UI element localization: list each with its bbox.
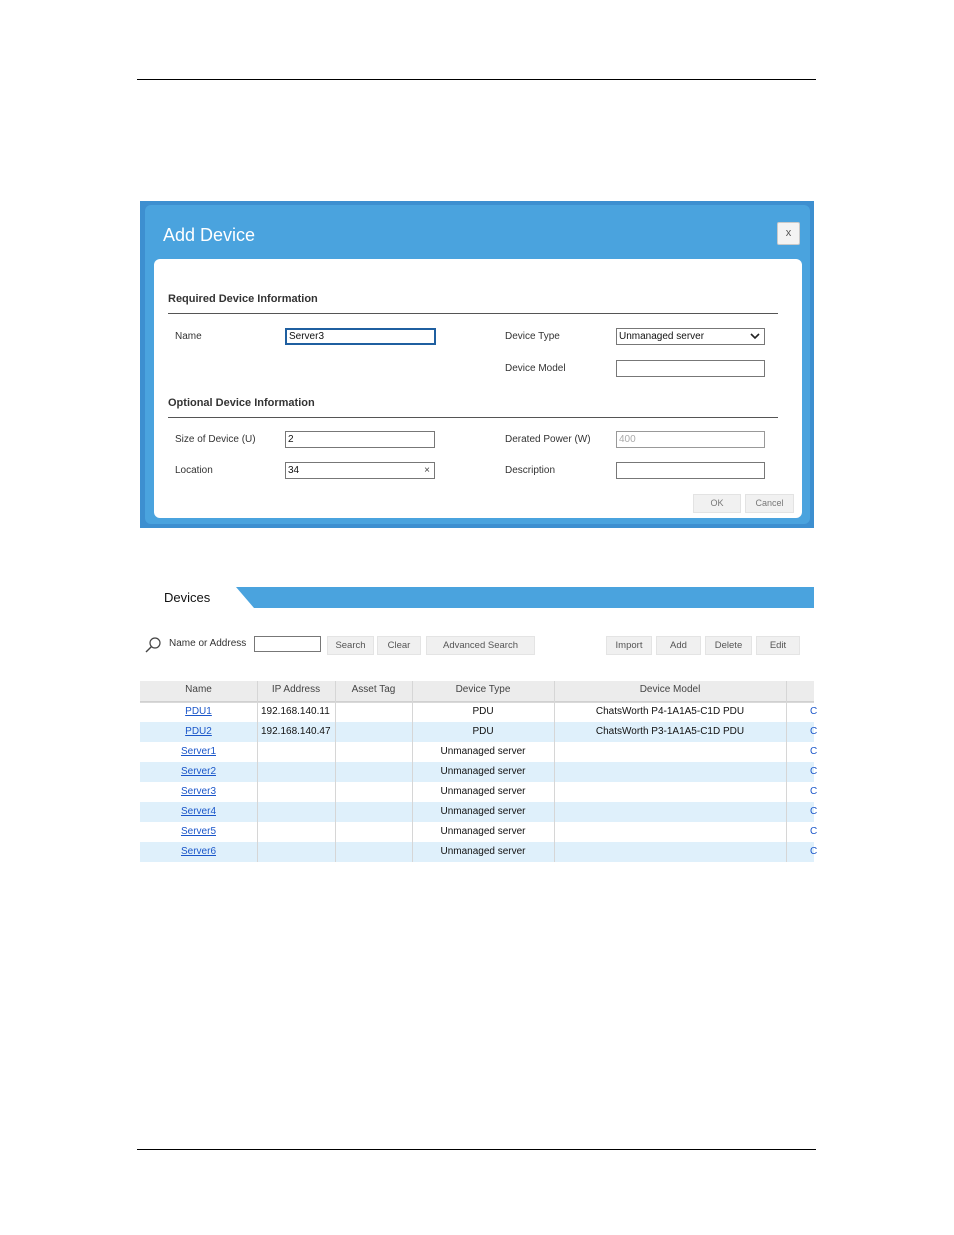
ip-address-cell: 192.168.140.11 [261, 706, 330, 717]
column-divider [412, 681, 413, 862]
delete-button[interactable]: Delete [705, 636, 752, 655]
device-name-link[interactable]: Server4 [140, 806, 257, 817]
derated-power-label: Derated Power (W) [505, 434, 591, 445]
device-name-link[interactable]: Server6 [140, 846, 257, 857]
description-field[interactable] [616, 462, 765, 479]
required-section-title: Required Device Information [168, 293, 318, 305]
device-name-link[interactable]: Server1 [140, 746, 257, 757]
search-button[interactable]: Search [327, 636, 374, 655]
search-input[interactable] [254, 636, 321, 652]
column-header-device-type[interactable]: Device Type [412, 684, 554, 695]
device-model-cell: ChatsWorth P4-1A1A5-C1D PDU [595, 706, 745, 717]
truncated-column-link[interactable]: C [810, 826, 817, 837]
description-label: Description [505, 465, 556, 476]
device-link-text[interactable]: Server6 [181, 846, 216, 857]
cancel-button[interactable]: Cancel [745, 494, 794, 513]
device-type-cell: Unmanaged server [440, 846, 526, 857]
truncated-column-link[interactable]: C [810, 726, 817, 737]
edit-button[interactable]: Edit [756, 636, 800, 655]
footer-rule [137, 1149, 816, 1150]
truncated-column-link[interactable]: C [810, 806, 817, 817]
devices-tab-bar [236, 587, 814, 608]
required-section-divider [168, 313, 778, 314]
optional-section-title: Optional Device Information [168, 397, 315, 409]
device-link-text[interactable]: Server4 [181, 806, 216, 817]
device-link-text[interactable]: Server2 [181, 766, 216, 777]
device-type-cell: Unmanaged server [440, 766, 526, 777]
device-name-link[interactable]: Server5 [140, 826, 257, 837]
size-label: Size of Device (U) [175, 434, 256, 445]
device-link-text[interactable]: Server5 [181, 826, 216, 837]
device-type-label: Device Type [505, 331, 560, 342]
derated-power-field[interactable]: 400 [616, 431, 765, 448]
optional-section-divider [168, 417, 778, 418]
column-divider [335, 681, 336, 862]
chevron-down-icon [750, 333, 760, 340]
device-link-text[interactable]: Server1 [181, 746, 216, 757]
device-type-cell: Unmanaged server [440, 806, 526, 817]
device-type-cell: Unmanaged server [440, 786, 526, 797]
size-field[interactable]: 2 [285, 431, 435, 448]
device-name-link[interactable]: PDU1 [140, 706, 257, 717]
column-header-asset-tag[interactable]: Asset Tag [335, 684, 412, 695]
close-button[interactable]: x [777, 222, 800, 245]
column-divider [786, 681, 787, 862]
device-type-value: Unmanaged server [619, 331, 705, 342]
tab-devices[interactable]: Devices [164, 590, 210, 605]
truncated-column-link[interactable]: C [810, 786, 817, 797]
device-type-cell: Unmanaged server [440, 826, 526, 837]
ok-button[interactable]: OK [693, 494, 741, 513]
device-name-link[interactable]: Server3 [140, 786, 257, 797]
device-name-link[interactable]: Server2 [140, 766, 257, 777]
header-rule [137, 79, 816, 80]
device-link-text[interactable]: PDU2 [185, 726, 212, 737]
add-button[interactable]: Add [656, 636, 701, 655]
device-type-select[interactable]: Unmanaged server [616, 328, 765, 345]
truncated-column-link[interactable]: C [810, 846, 817, 857]
column-header-device-model[interactable]: Device Model [554, 684, 786, 695]
advanced-search-button[interactable]: Advanced Search [426, 636, 535, 655]
search-icon [145, 637, 161, 653]
location-label: Location [175, 465, 213, 476]
device-model-field[interactable] [616, 360, 765, 377]
truncated-column-link[interactable]: C [810, 746, 817, 757]
device-name-link[interactable]: PDU2 [140, 726, 257, 737]
device-type-cell: Unmanaged server [440, 746, 526, 757]
clear-button[interactable]: Clear [377, 636, 421, 655]
name-label: Name [175, 331, 202, 342]
name-field[interactable]: Server3 [285, 328, 436, 345]
import-button[interactable]: Import [606, 636, 652, 655]
device-link-text[interactable]: Server3 [181, 786, 216, 797]
location-value: 34 [288, 465, 300, 476]
search-label: Name or Address [169, 638, 247, 649]
location-field[interactable]: 34 × [285, 462, 435, 479]
device-model-cell: ChatsWorth P3-1A1A5-C1D PDU [595, 726, 745, 737]
column-divider [554, 681, 555, 862]
column-header-name[interactable]: Name [140, 684, 257, 695]
truncated-column-link[interactable]: C [810, 706, 817, 717]
column-header-ip[interactable]: IP Address [257, 684, 335, 695]
device-type-cell: PDU [472, 726, 494, 737]
clear-icon[interactable]: × [424, 463, 430, 478]
truncated-column-link[interactable]: C [810, 766, 817, 777]
device-model-label: Device Model [505, 363, 566, 374]
column-divider [257, 681, 258, 862]
dialog-title: Add Device [163, 225, 256, 245]
ip-address-cell: 192.168.140.47 [261, 726, 331, 737]
device-type-cell: PDU [472, 706, 494, 717]
device-link-text[interactable]: PDU1 [185, 706, 212, 717]
